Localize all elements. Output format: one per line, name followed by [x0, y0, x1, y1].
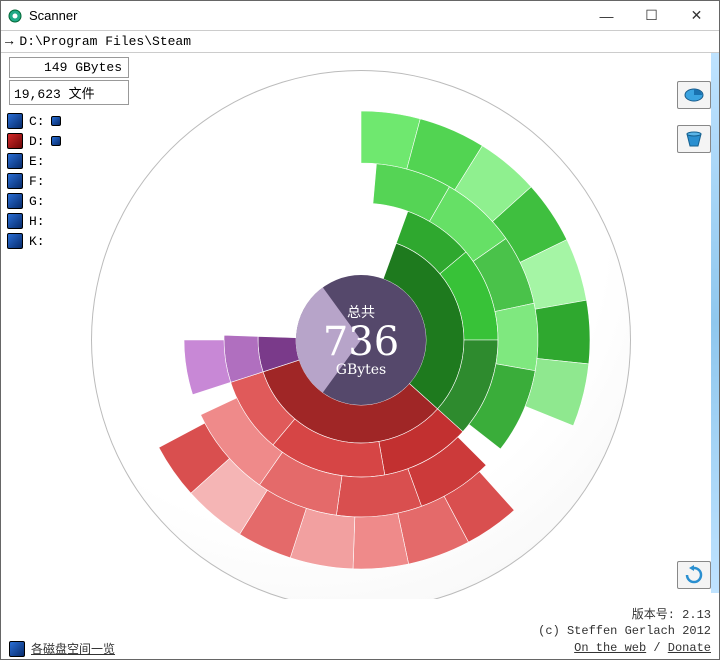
maximize-button[interactable]: ☐ [629, 1, 674, 31]
sunburst-svg[interactable] [41, 71, 681, 631]
drive-icon [7, 233, 23, 249]
drive-icon [7, 193, 23, 209]
app-icon [7, 8, 23, 24]
window-title: Scanner [29, 8, 584, 23]
path-bar: → D:\Program Files\Steam [1, 31, 719, 53]
on-the-web-link[interactable]: On the web [574, 641, 646, 655]
refresh-button[interactable] [677, 561, 711, 589]
right-edge-strip [711, 53, 719, 593]
footer: 各磁盘空间一览 版本号: 2.13 (c) Steffen Gerlach 20… [1, 599, 719, 659]
overview-icon[interactable] [9, 641, 25, 657]
sunburst-slice[interactable] [495, 303, 538, 371]
drive-icon [7, 173, 23, 189]
sunburst-chart[interactable]: 总共 736 GBytes [41, 71, 681, 631]
right-toolbar [677, 81, 711, 153]
donate-link[interactable]: Donate [668, 641, 711, 655]
titlebar: Scanner — ☐ ✕ [1, 1, 719, 31]
drive-icon [7, 133, 23, 149]
drive-icon [7, 113, 23, 129]
close-button[interactable]: ✕ [674, 1, 719, 31]
drive-icon [7, 213, 23, 229]
minimize-button[interactable]: — [584, 1, 629, 31]
current-path[interactable]: D:\Program Files\Steam [19, 34, 191, 49]
version-label: 版本号: 2.13 [538, 607, 711, 624]
cup-icon [683, 130, 705, 148]
drive-icon [7, 153, 23, 169]
copyright-label: (c) Steffen Gerlach 2012 [538, 623, 711, 640]
recycle-button[interactable] [677, 125, 711, 153]
sunburst-slice[interactable] [184, 340, 231, 395]
sunburst-slice[interactable] [535, 300, 590, 364]
pie-view-button[interactable] [677, 81, 711, 109]
overview-link[interactable]: 各磁盘空间一览 [31, 640, 115, 657]
path-arrow-icon[interactable]: → [5, 34, 13, 50]
refresh-icon [684, 565, 704, 585]
pie-icon [683, 86, 705, 104]
